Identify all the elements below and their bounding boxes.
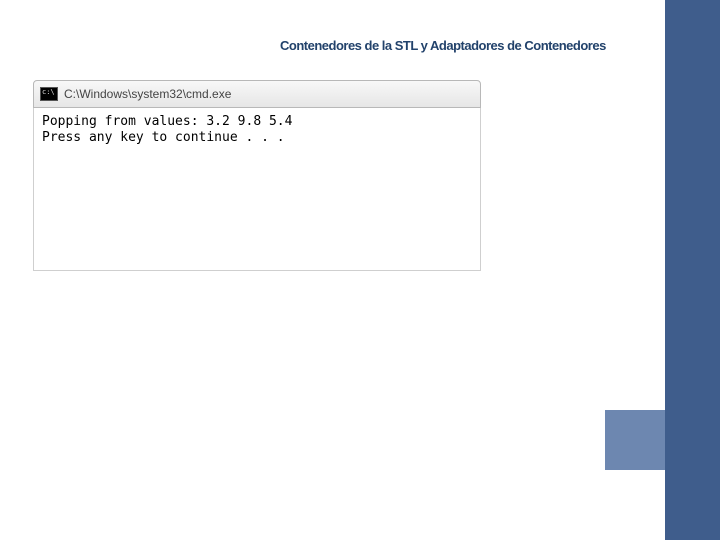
console-output: Popping from values: 3.2 9.8 5.4 Press a… (33, 108, 481, 271)
console-line: Press any key to continue . . . (42, 130, 285, 145)
decorative-sidebar (665, 0, 720, 540)
console-title-text: C:\Windows\system32\cmd.exe (64, 87, 231, 101)
cmd-icon (40, 87, 58, 101)
decorative-accent-block (605, 410, 665, 470)
console-window: C:\Windows\system32\cmd.exe Popping from… (33, 80, 481, 271)
page-title: Contenedores de la STL y Adaptadores de … (280, 38, 606, 53)
console-titlebar: C:\Windows\system32\cmd.exe (33, 80, 481, 108)
console-line: Popping from values: 3.2 9.8 5.4 (42, 114, 292, 129)
